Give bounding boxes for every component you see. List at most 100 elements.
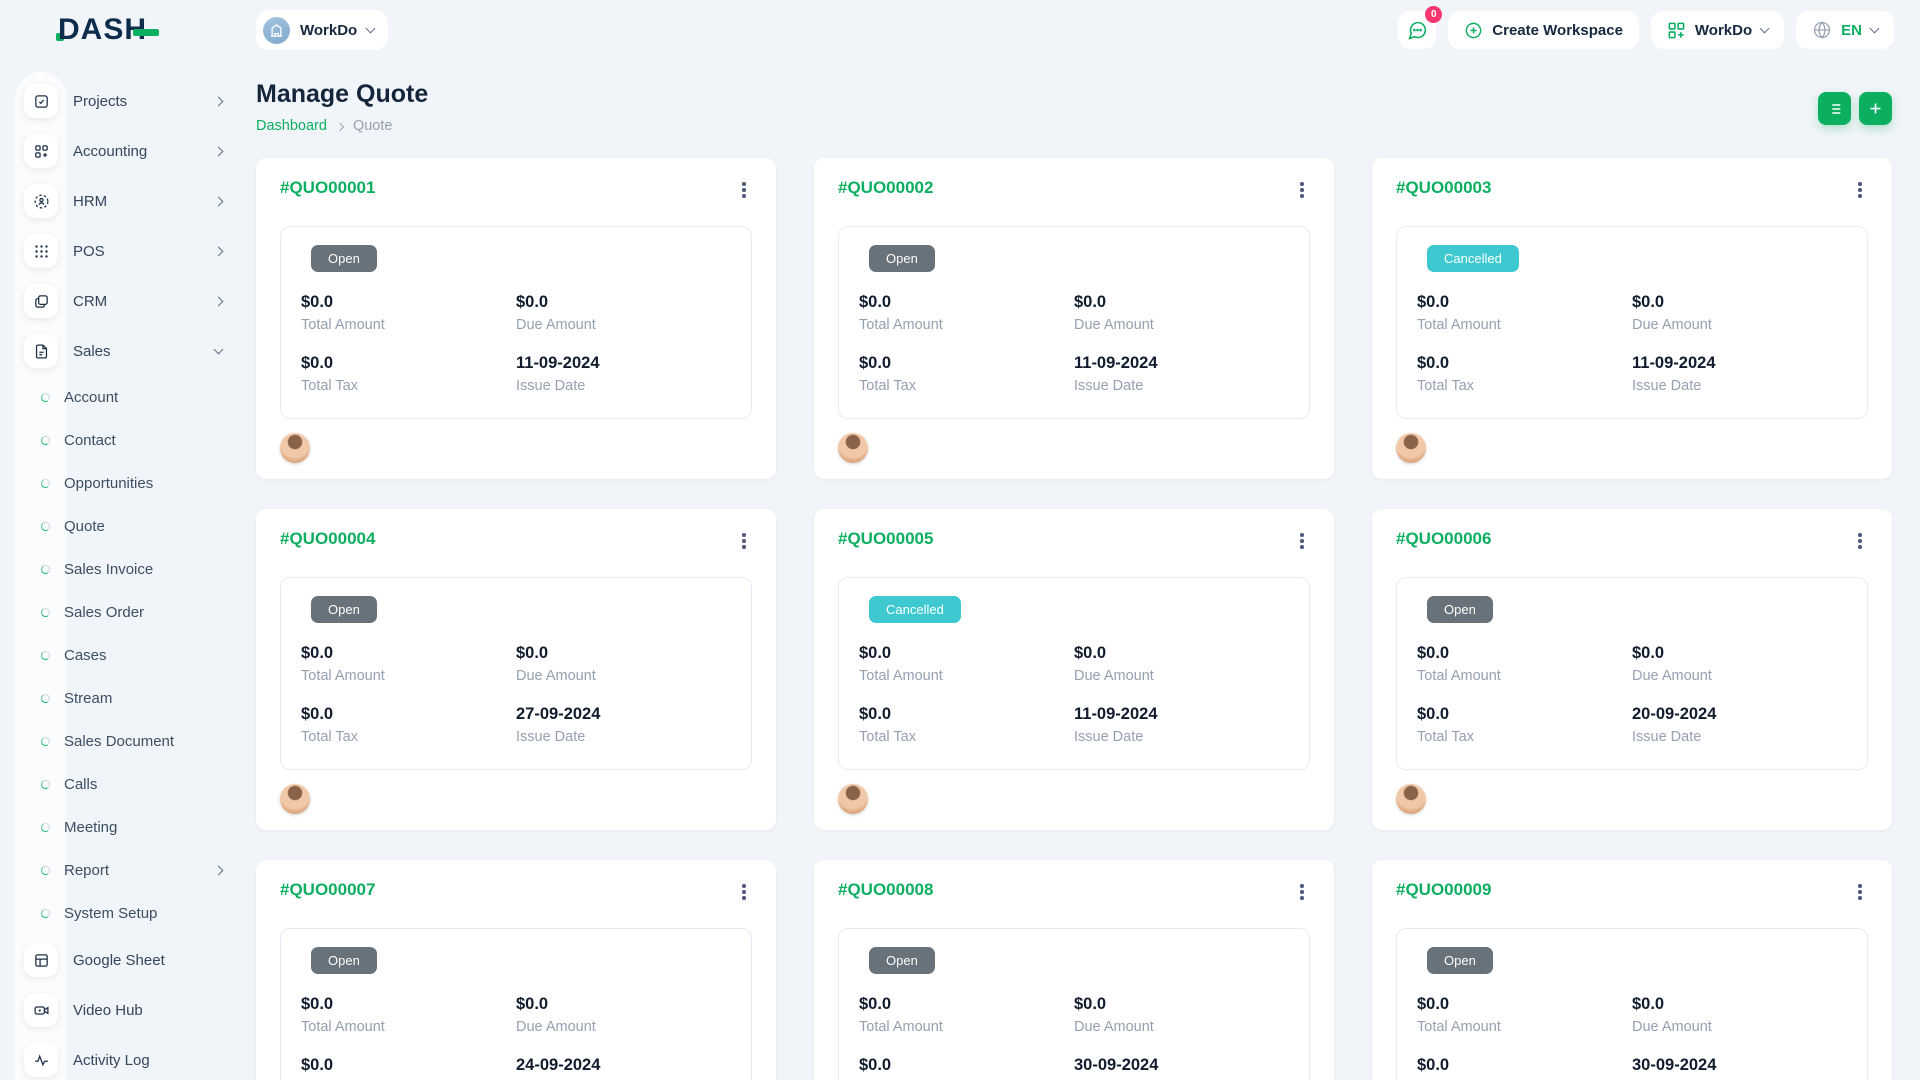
customer-avatar[interactable]	[1396, 784, 1426, 814]
stat-total-amount: $0.0 Total Amount	[301, 644, 516, 684]
status-badge: Open	[1427, 947, 1493, 974]
quote-id-link[interactable]: #QUO00004	[280, 529, 375, 549]
plus-icon	[1868, 101, 1883, 116]
stat-issue-date: 11-09-2024 Issue Date	[1074, 354, 1289, 394]
customer-avatar[interactable]	[1396, 433, 1426, 463]
quote-detail-panel: Open $0.0 Total Amount $0.0 Due Amount $…	[1396, 577, 1868, 770]
chevron-down-icon	[1760, 24, 1770, 34]
quote-id-link[interactable]: #QUO00001	[280, 178, 375, 198]
sidebar-subitem[interactable]: Opportunities	[0, 462, 256, 505]
status-badge: Open	[311, 596, 377, 623]
sales-submenu: Account Contact Opportunities Quote	[0, 376, 256, 935]
notification-badge: 0	[1425, 6, 1442, 23]
sidebar-subitem[interactable]: Cases	[0, 634, 256, 677]
sidebar-item-crm[interactable]: CRM	[0, 276, 256, 326]
sidebar-subitem[interactable]: Sales Document	[0, 720, 256, 763]
customer-avatar[interactable]	[280, 784, 310, 814]
status-badge: Open	[311, 245, 377, 272]
quote-detail-panel: Open $0.0 Total Amount $0.0 Due Amount $…	[280, 928, 752, 1080]
status-badge: Open	[1427, 596, 1493, 623]
sidebar-subitem[interactable]: Contact	[0, 419, 256, 462]
list-view-button[interactable]	[1818, 92, 1851, 125]
stat-total-amount: $0.0 Total Amount	[301, 293, 516, 333]
quote-detail-panel: Cancelled $0.0 Total Amount $0.0 Due Amo…	[1396, 226, 1868, 419]
status-badge: Open	[869, 947, 935, 974]
quote-card: #QUO00004 Open $0.0 Total Amount $0.0 Du…	[256, 509, 776, 830]
quote-id-link[interactable]: #QUO00008	[838, 880, 933, 900]
header-actions: 0 Create Workspace WorkDo EN	[1398, 11, 1894, 49]
kebab-menu-icon[interactable]	[736, 178, 752, 202]
quote-card: #QUO00001 Open $0.0 Total Amount $0.0 Du…	[256, 158, 776, 479]
kebab-menu-icon[interactable]	[1294, 880, 1310, 904]
chevron-right-icon	[214, 96, 224, 106]
sidebar-item-video-hub[interactable]: Video Hub	[0, 985, 256, 1035]
sidebar-subitem[interactable]: Account	[0, 376, 256, 419]
stat-total-tax: $0.0 Total Tax	[1417, 1056, 1632, 1080]
language-label: EN	[1841, 22, 1862, 39]
stat-issue-date: 11-09-2024 Issue Date	[1074, 705, 1289, 745]
quote-detail-panel: Cancelled $0.0 Total Amount $0.0 Due Amo…	[838, 577, 1310, 770]
chevron-down-icon	[366, 24, 376, 34]
sidebar-item-hrm[interactable]: HRM	[0, 176, 256, 226]
quote-id-link[interactable]: #QUO00002	[838, 178, 933, 198]
sidebar-subitem[interactable]: Report	[0, 849, 256, 892]
stat-total-amount: $0.0 Total Amount	[859, 995, 1074, 1035]
sidebar-subitem[interactable]: Meeting	[0, 806, 256, 849]
quote-id-link[interactable]: #QUO00009	[1396, 880, 1491, 900]
kebab-menu-icon[interactable]	[736, 529, 752, 553]
breadcrumb-dashboard-link[interactable]: Dashboard	[256, 118, 327, 134]
sidebar-item-pos[interactable]: POS	[0, 226, 256, 276]
kebab-menu-icon[interactable]	[1852, 178, 1868, 202]
chevron-right-icon	[214, 296, 224, 306]
sidebar-item-sales[interactable]: Sales	[0, 326, 256, 376]
breadcrumb-current: Quote	[353, 118, 393, 134]
kebab-menu-icon[interactable]	[1294, 529, 1310, 553]
hrm-icon	[24, 184, 58, 218]
chevron-down-icon	[1870, 24, 1880, 34]
sidebar-subitem[interactable]: Sales Invoice	[0, 548, 256, 591]
customer-avatar[interactable]	[280, 433, 310, 463]
quote-id-link[interactable]: #QUO00003	[1396, 178, 1491, 198]
stat-total-amount: $0.0 Total Amount	[859, 644, 1074, 684]
quote-card: #QUO00007 Open $0.0 Total Amount $0.0 Du…	[256, 860, 776, 1080]
crm-icon	[24, 284, 58, 318]
bullet-icon	[40, 435, 50, 445]
quote-id-link[interactable]: #QUO00005	[838, 529, 933, 549]
sidebar-item-accounting[interactable]: Accounting	[0, 126, 256, 176]
quote-detail-panel: Open $0.0 Total Amount $0.0 Due Amount $…	[838, 928, 1310, 1080]
quote-grid: #QUO00001 Open $0.0 Total Amount $0.0 Du…	[256, 158, 1892, 1080]
kebab-menu-icon[interactable]	[736, 880, 752, 904]
sidebar-subitem[interactable]: Calls	[0, 763, 256, 806]
customer-avatar[interactable]	[838, 433, 868, 463]
stat-total-amount: $0.0 Total Amount	[301, 995, 516, 1035]
top-header: DASH WorkDo 0 Create Workspace WorkDo EN	[0, 0, 1920, 60]
sidebar-item-activity-log[interactable]: Activity Log	[0, 1035, 256, 1080]
sidebar-subitem[interactable]: System Setup	[0, 892, 256, 935]
create-workspace-label: Create Workspace	[1492, 22, 1623, 39]
sidebar-subitem[interactable]: Quote	[0, 505, 256, 548]
kebab-menu-icon[interactable]	[1852, 529, 1868, 553]
video-hub-icon	[24, 993, 58, 1027]
language-menu[interactable]: EN	[1796, 11, 1894, 49]
stat-issue-date: 11-09-2024 Issue Date	[516, 354, 731, 394]
sidebar-item-google-sheet[interactable]: Google Sheet	[0, 935, 256, 985]
workspace-switcher[interactable]: WorkDo	[256, 10, 388, 50]
add-quote-button[interactable]	[1859, 92, 1892, 125]
chat-icon	[1407, 20, 1428, 41]
chevron-right-icon	[214, 866, 224, 876]
quote-id-link[interactable]: #QUO00007	[280, 880, 375, 900]
sidebar-subitem[interactable]: Stream	[0, 677, 256, 720]
kebab-menu-icon[interactable]	[1852, 880, 1868, 904]
customer-avatar[interactable]	[838, 784, 868, 814]
account-menu[interactable]: WorkDo	[1651, 11, 1784, 49]
kebab-menu-icon[interactable]	[1294, 178, 1310, 202]
quote-id-link[interactable]: #QUO00006	[1396, 529, 1491, 549]
create-workspace-button[interactable]: Create Workspace	[1448, 11, 1639, 49]
stat-due-amount: $0.0 Due Amount	[516, 644, 731, 684]
sidebar-item-projects[interactable]: Projects	[0, 76, 256, 126]
grid-plus-icon	[1667, 21, 1686, 40]
sidebar-subitem[interactable]: Sales Order	[0, 591, 256, 634]
messages-button[interactable]: 0	[1398, 11, 1436, 49]
account-menu-label: WorkDo	[1695, 22, 1752, 39]
app-logo[interactable]: DASH	[0, 13, 256, 47]
